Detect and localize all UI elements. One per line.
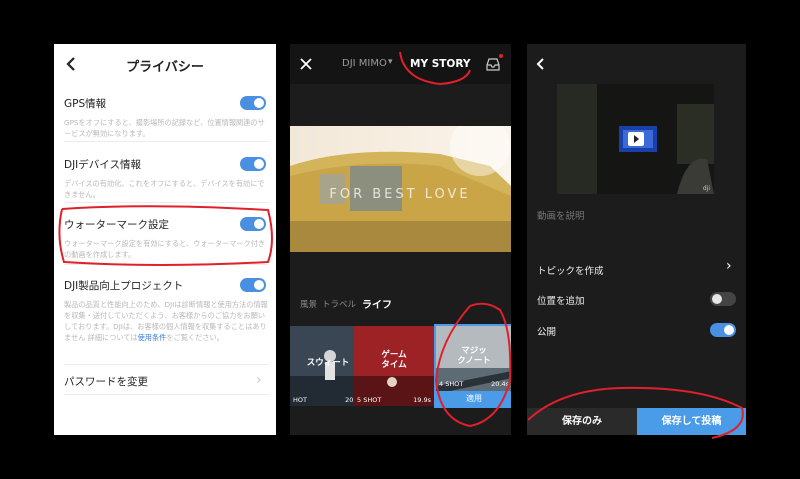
improvement-title: DJI製品向上プロジェクト [64, 280, 184, 292]
save-only-button[interactable]: 保存のみ [527, 408, 637, 435]
divider [64, 141, 269, 142]
apply-button[interactable]: 適用 [436, 391, 511, 406]
template-duration: 20.4s [491, 380, 509, 388]
description-input[interactable]: 動画を説明 [537, 208, 737, 222]
template-game-time[interactable]: ゲーム タイム 5 SHOT 19.9s [354, 326, 434, 406]
gps-toggle[interactable] [240, 96, 266, 110]
play-icon[interactable] [628, 132, 644, 146]
video-preview[interactable]: FOR BEST LOVE [290, 126, 511, 252]
device-info-section: DJIデバイス情報 デバイスの有効化。これをオフにすると、デバイスを有効にできま… [64, 157, 269, 200]
change-password-label: パスワードを変更 [64, 376, 148, 388]
terms-link[interactable]: 使用条件 [138, 333, 167, 342]
back-arrow-icon[interactable] [533, 56, 549, 72]
gps-section: GPS情報 GPSをオフにすると、撮影場所の記録など、位置情報関連のサービスが無… [64, 96, 269, 139]
device-info-desc: デバイスの有効化。これをオフにすると、デバイスを有効にできません。 [64, 179, 265, 199]
tab-dji-mimo[interactable]: DJI MIMO [342, 58, 387, 69]
improvement-desc-tail: をご覧ください。 [166, 333, 224, 342]
helicopter-image: FOR BEST LOVE [290, 126, 511, 252]
toggle-knob [724, 325, 734, 335]
category-scenery[interactable]: 風景 [300, 298, 317, 310]
template-magic-note[interactable]: マジッ クノート 4 SHOT 20.4s 適用 [434, 324, 511, 408]
watermark-toggle[interactable] [240, 217, 266, 231]
toggle-knob [254, 219, 264, 229]
add-location-row: 位置を追加 [537, 293, 737, 307]
watermark-title: ウォーターマーク設定 [64, 219, 169, 231]
public-label: 公開 [537, 327, 557, 338]
device-info-toggle[interactable] [240, 157, 266, 171]
toggle-knob [254, 159, 264, 169]
create-topic-row[interactable]: トピックを作成 [537, 263, 737, 277]
template-shots: HOT [293, 396, 307, 404]
change-password-row[interactable]: パスワードを変更 [64, 374, 269, 389]
watermark-text: FOR BEST LOVE [329, 187, 470, 202]
watermark-section: ウォーターマーク設定 ウォーターマーク設定を有効にすると、ウォーターマーク付きの… [64, 217, 269, 260]
video-thumbnail[interactable]: dji [557, 84, 714, 194]
template-duration: 19.9s [413, 396, 431, 404]
toggle-knob [254, 280, 264, 290]
tab-my-story[interactable]: MY STORY [410, 58, 470, 70]
improvement-section: DJI製品向上プロジェクト 製品の品質と性能向上のため、DJIは診断情報と使用方… [64, 278, 269, 343]
privacy-panel: プライバシー GPS情報 GPSをオフにすると、撮影場所の記録など、位置情報関連… [54, 44, 276, 435]
watermark-desc: ウォーターマーク設定を有効にすると、ウォーターマーク付きの動画を作成します。 [64, 239, 266, 259]
gps-title: GPS情報 [64, 98, 107, 110]
category-travel[interactable]: トラベル [322, 298, 356, 310]
template-name: マジッ クノート [457, 346, 491, 366]
location-toggle[interactable] [710, 292, 736, 306]
public-toggle[interactable] [710, 323, 736, 337]
post-panel: dji 動画を説明 トピックを作成 › 位置を追加 公開 保存のみ 保存して投稿 [527, 44, 746, 435]
close-icon[interactable] [300, 58, 312, 70]
category-life[interactable]: ライフ [362, 296, 392, 311]
template-name: ゲーム タイム [381, 350, 407, 370]
divider [64, 394, 269, 395]
toggle-knob [254, 98, 264, 108]
inbox-icon[interactable] [485, 56, 501, 72]
gps-desc: GPSをオフにすると、撮影場所の記録など、位置情報関連のサービスが無効になります… [64, 118, 265, 138]
toggle-knob [712, 294, 722, 304]
chevron-right-icon: › [256, 372, 262, 388]
dji-watermark: dji [702, 185, 710, 192]
divider [64, 264, 269, 265]
story-topbar: DJI MIMO ▾ MY STORY [290, 44, 511, 84]
improvement-toggle[interactable] [240, 278, 266, 292]
template-shots: 5 SHOT [357, 396, 382, 404]
chevron-down-icon[interactable]: ▾ [388, 57, 393, 67]
save-and-post-button[interactable]: 保存して投稿 [637, 408, 746, 435]
improvement-desc: 製品の品質と性能向上のため、DJIは診断情報と使用方法の情報を収集・送付していた… [64, 299, 269, 343]
public-row: 公開 [537, 324, 737, 338]
page-title: プライバシー [126, 60, 204, 75]
divider [64, 364, 269, 365]
device-info-title: DJIデバイス情報 [64, 159, 141, 171]
create-topic-label: トピックを作成 [537, 266, 604, 277]
template-shots: 4 SHOT [439, 380, 464, 388]
notification-dot [499, 54, 503, 58]
privacy-header: プライバシー [54, 44, 276, 84]
divider [64, 202, 269, 203]
chevron-right-icon: › [726, 258, 732, 274]
story-panel: DJI MIMO ▾ MY STORY FOR BEST LOVE 風景 トラベ… [290, 44, 511, 435]
add-location-label: 位置を追加 [537, 296, 585, 307]
